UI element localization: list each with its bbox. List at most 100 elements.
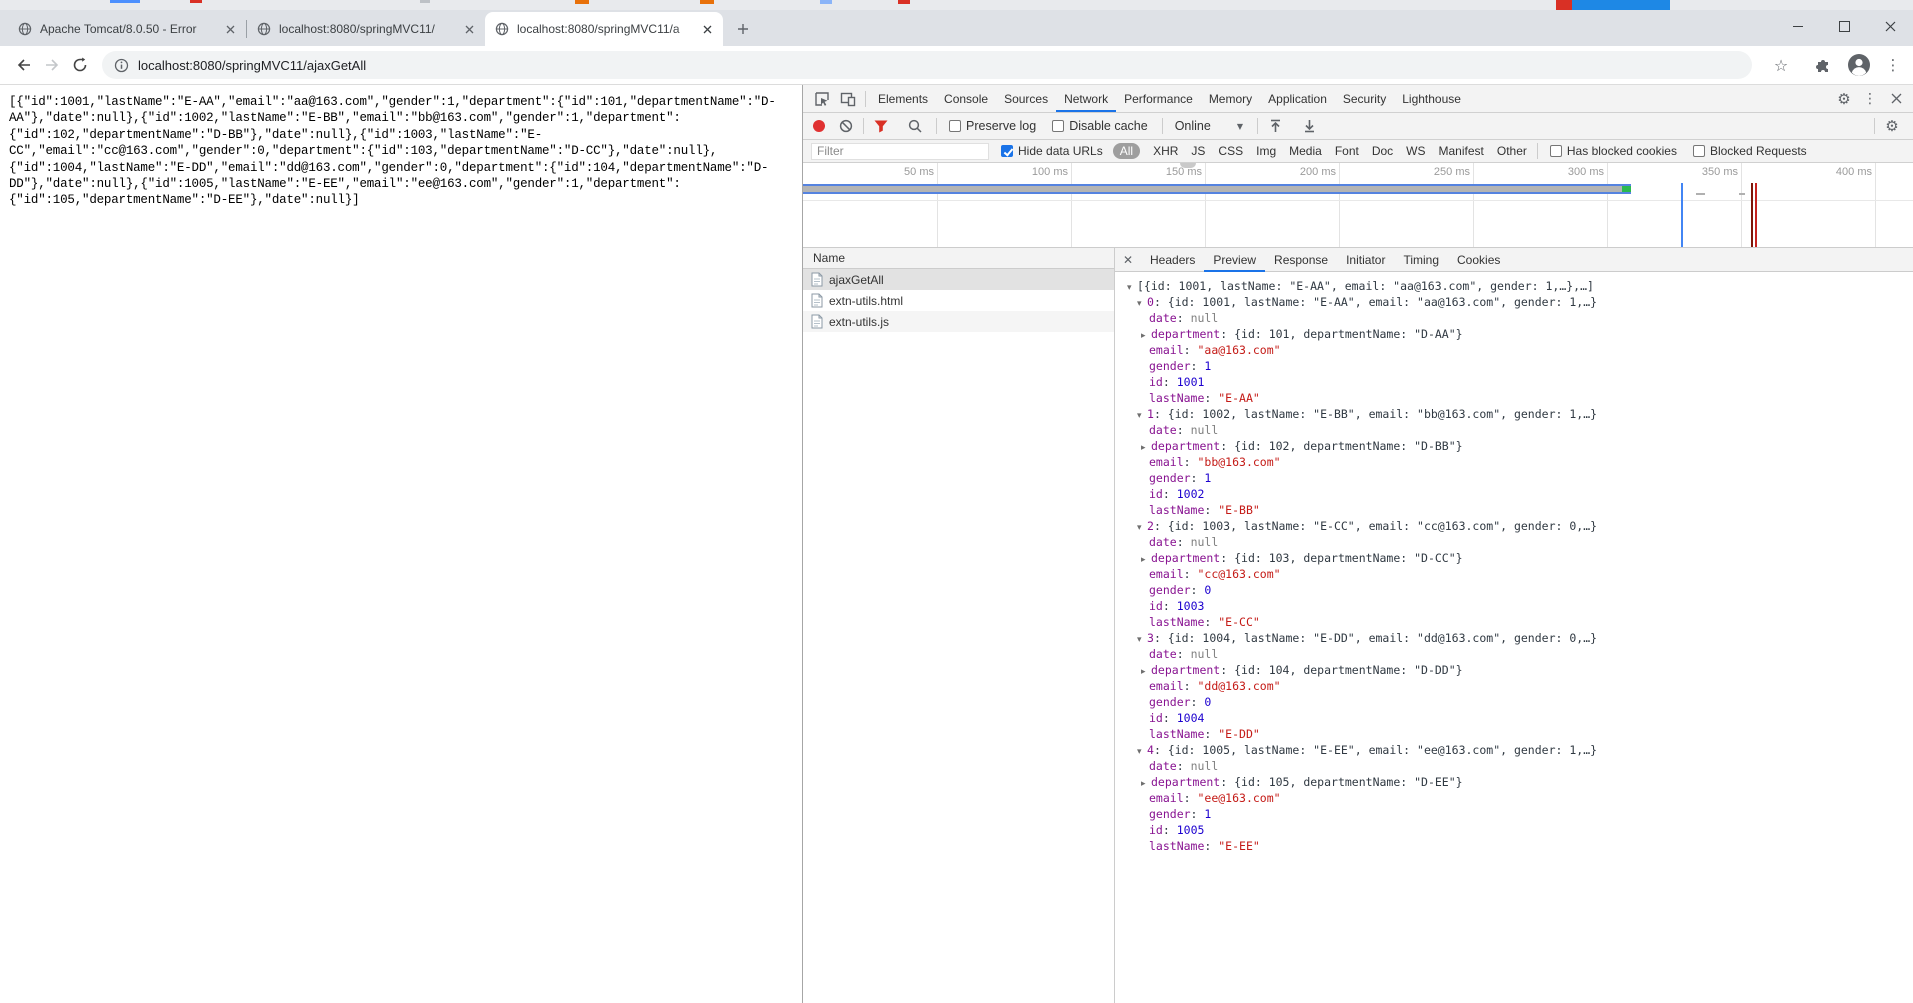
- filter-type-css[interactable]: CSS: [1218, 144, 1243, 158]
- address-bar[interactable]: localhost:8080/springMVC11/ajaxGetAll: [102, 51, 1752, 79]
- tree-index-row-2[interactable]: ▾2: {id: 1003, lastName: "E-CC", email: …: [1115, 518, 1913, 534]
- detail-tab-initiator[interactable]: Initiator: [1337, 248, 1394, 272]
- filter-funnel-icon[interactable]: [868, 113, 894, 139]
- tree-prop-gender[interactable]: gender: 1: [1115, 358, 1913, 374]
- page-info-icon[interactable]: [114, 58, 129, 73]
- bookmark-star-icon[interactable]: ☆: [1767, 51, 1795, 79]
- new-tab-button[interactable]: [729, 15, 757, 43]
- tree-index-row-0[interactable]: ▾0: {id: 1001, lastName: "E-AA", email: …: [1115, 294, 1913, 310]
- tree-prop-email[interactable]: email: "dd@163.com": [1115, 678, 1913, 694]
- window-close-button[interactable]: [1867, 10, 1913, 42]
- inspect-element-icon[interactable]: [809, 86, 835, 112]
- tree-prop-date[interactable]: date: null: [1115, 758, 1913, 774]
- tree-prop-gender[interactable]: gender: 0: [1115, 694, 1913, 710]
- filter-type-xhr[interactable]: XHR: [1153, 144, 1178, 158]
- tree-prop-date[interactable]: date: null: [1115, 310, 1913, 326]
- export-har-icon[interactable]: [1296, 113, 1322, 139]
- detail-tab-cookies[interactable]: Cookies: [1448, 248, 1509, 272]
- browser-tab-tomcat-error[interactable]: Apache Tomcat/8.0.50 - Error: [8, 12, 246, 46]
- expand-triangle-icon[interactable]: ▾: [1137, 408, 1147, 424]
- tree-prop-id[interactable]: id: 1001: [1115, 374, 1913, 390]
- timeline-selected-window-bar[interactable]: [803, 184, 1631, 194]
- browser-tab-springmvc11[interactable]: localhost:8080/springMVC11/: [247, 12, 485, 46]
- detail-close-icon[interactable]: ✕: [1115, 248, 1141, 272]
- window-minimize-button[interactable]: [1775, 10, 1821, 42]
- tree-prop-lastname[interactable]: lastName: "E-AA": [1115, 390, 1913, 406]
- tree-prop-department[interactable]: ▸department: {id: 102, departmentName: "…: [1115, 438, 1913, 454]
- tree-root-row[interactable]: ▾[{id: 1001, lastName: "E-AA", email: "a…: [1115, 278, 1913, 294]
- filter-type-ws[interactable]: WS: [1406, 144, 1425, 158]
- devtools-close-icon[interactable]: [1883, 86, 1909, 112]
- request-row-ajaxGetAll[interactable]: ajaxGetAll: [803, 269, 1114, 290]
- tree-prop-email[interactable]: email: "cc@163.com": [1115, 566, 1913, 582]
- filter-type-font[interactable]: Font: [1335, 144, 1359, 158]
- devtools-tab-memory[interactable]: Memory: [1201, 85, 1260, 112]
- request-row-extn-utils.js[interactable]: extn-utils.js: [803, 311, 1114, 332]
- detail-tab-response[interactable]: Response: [1265, 248, 1337, 272]
- disable-cache-checkbox[interactable]: [1052, 120, 1064, 132]
- clear-network-log-icon[interactable]: [833, 113, 859, 139]
- filter-type-doc[interactable]: Doc: [1372, 144, 1393, 158]
- tree-prop-lastname[interactable]: lastName: "E-BB": [1115, 502, 1913, 518]
- blocked-requests-checkbox[interactable]: [1693, 145, 1705, 157]
- tree-prop-email[interactable]: email: "aa@163.com": [1115, 342, 1913, 358]
- tree-index-row-4[interactable]: ▾4: {id: 1005, lastName: "E-EE", email: …: [1115, 742, 1913, 758]
- tree-prop-department[interactable]: ▸department: {id: 105, departmentName: "…: [1115, 774, 1913, 790]
- network-settings-gear-icon[interactable]: ⚙: [1879, 113, 1905, 139]
- expand-triangle-icon[interactable]: ▾: [1137, 632, 1147, 648]
- extensions-puzzle-icon[interactable]: [1809, 51, 1837, 79]
- expand-triangle-icon[interactable]: ▾: [1137, 520, 1147, 536]
- import-har-icon[interactable]: [1262, 113, 1288, 139]
- reload-button[interactable]: [66, 51, 94, 79]
- preserve-log-checkbox[interactable]: [949, 120, 961, 132]
- network-overview-timeline[interactable]: 50 ms100 ms150 ms200 ms250 ms300 ms350 m…: [803, 163, 1913, 248]
- back-button[interactable]: [10, 51, 38, 79]
- forward-button[interactable]: [38, 51, 66, 79]
- devtools-tab-elements[interactable]: Elements: [870, 85, 936, 112]
- filter-type-js[interactable]: JS: [1191, 144, 1205, 158]
- tree-prop-gender[interactable]: gender: 1: [1115, 806, 1913, 822]
- filter-type-media[interactable]: Media: [1289, 144, 1322, 158]
- expand-triangle-icon[interactable]: ▾: [1137, 744, 1147, 760]
- record-network-log-icon[interactable]: [813, 120, 825, 132]
- tree-prop-date[interactable]: date: null: [1115, 646, 1913, 662]
- request-row-extn-utils.html[interactable]: extn-utils.html: [803, 290, 1114, 311]
- profile-avatar[interactable]: [1845, 51, 1873, 79]
- timeline-selection-grip[interactable]: [1180, 163, 1196, 168]
- browser-tab-ajaxgetall-active[interactable]: localhost:8080/springMVC11/a: [485, 12, 723, 46]
- devtools-tab-network[interactable]: Network: [1056, 85, 1116, 112]
- throttling-dropdown[interactable]: Online ▼: [1175, 119, 1243, 133]
- devtools-tab-lighthouse[interactable]: Lighthouse: [1394, 85, 1469, 112]
- hide-data-urls-checkbox[interactable]: [1001, 145, 1013, 157]
- devtools-menu-icon[interactable]: ⋮: [1857, 86, 1883, 112]
- tree-prop-id[interactable]: id: 1002: [1115, 486, 1913, 502]
- filter-type-other[interactable]: Other: [1497, 144, 1527, 158]
- requests-name-column-header[interactable]: Name: [803, 248, 1114, 269]
- tree-prop-lastname[interactable]: lastName: "E-DD": [1115, 726, 1913, 742]
- browser-menu-icon[interactable]: ⋮: [1879, 51, 1907, 79]
- detail-tab-headers[interactable]: Headers: [1141, 248, 1204, 272]
- tree-prop-email[interactable]: email: "ee@163.com": [1115, 790, 1913, 806]
- expand-triangle-icon[interactable]: ▾: [1137, 296, 1147, 312]
- tree-prop-department[interactable]: ▸department: {id: 101, departmentName: "…: [1115, 326, 1913, 342]
- tree-index-row-3[interactable]: ▾3: {id: 1004, lastName: "E-DD", email: …: [1115, 630, 1913, 646]
- device-toolbar-icon[interactable]: [835, 86, 861, 112]
- devtools-tab-performance[interactable]: Performance: [1116, 85, 1201, 112]
- tree-prop-department[interactable]: ▸department: {id: 103, departmentName: "…: [1115, 550, 1913, 566]
- detail-tab-timing[interactable]: Timing: [1394, 248, 1448, 272]
- tree-prop-id[interactable]: id: 1003: [1115, 598, 1913, 614]
- tab-close-icon[interactable]: [699, 21, 715, 37]
- devtools-tab-application[interactable]: Application: [1260, 85, 1335, 112]
- filter-type-manifest[interactable]: Manifest: [1439, 144, 1484, 158]
- tree-prop-date[interactable]: date: null: [1115, 422, 1913, 438]
- tree-prop-email[interactable]: email: "bb@163.com": [1115, 454, 1913, 470]
- tab-close-icon[interactable]: [222, 21, 238, 37]
- tree-prop-id[interactable]: id: 1004: [1115, 710, 1913, 726]
- detail-tab-preview[interactable]: Preview: [1204, 248, 1265, 272]
- tree-prop-gender[interactable]: gender: 0: [1115, 582, 1913, 598]
- search-icon[interactable]: [902, 113, 928, 139]
- devtools-settings-gear-icon[interactable]: ⚙: [1831, 86, 1857, 112]
- filter-type-img[interactable]: Img: [1256, 144, 1276, 158]
- tree-prop-id[interactable]: id: 1005: [1115, 822, 1913, 838]
- filter-input[interactable]: [811, 143, 989, 160]
